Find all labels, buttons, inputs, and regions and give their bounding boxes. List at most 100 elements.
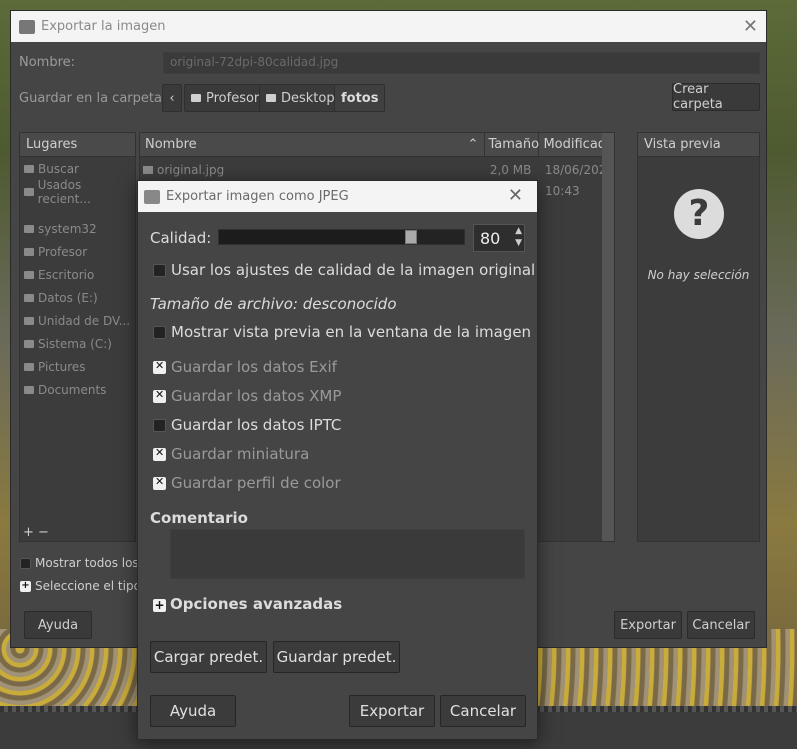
place-item[interactable]: Pictures <box>20 355 135 378</box>
folder-icon <box>191 94 201 102</box>
expand-icon[interactable]: + <box>20 581 31 592</box>
load-defaults-button[interactable]: Cargar predet. <box>150 641 267 673</box>
create-folder-button[interactable]: Crear carpeta <box>672 82 760 112</box>
place-item[interactable]: system32 <box>20 217 135 240</box>
close-icon[interactable]: ✕ <box>508 185 523 206</box>
outer-help-button[interactable]: Ayuda <box>24 611 92 639</box>
folder-icon <box>266 94 276 102</box>
gimp-icon <box>144 189 160 204</box>
jpeg-dialog-title: Exportar imagen como JPEG <box>166 189 349 204</box>
table-row[interactable]: original.jpg 2,0 MB 18/06/2021 <box>140 159 614 181</box>
image-file-icon <box>143 166 153 174</box>
breadcrumb-profesor[interactable]: Profesor <box>184 84 267 112</box>
expand-advanced-icon[interactable]: + <box>153 599 166 612</box>
export-button[interactable]: Exportar <box>349 695 435 727</box>
breadcrumb-back-button[interactable]: ‹ <box>162 84 182 112</box>
save-color-profile-checkbox[interactable] <box>153 475 166 490</box>
place-item[interactable]: Profesor <box>20 240 135 263</box>
place-label: system32 <box>38 221 97 236</box>
place-label: Pictures <box>38 359 86 374</box>
cancel-button[interactable]: Cancelar <box>440 695 526 727</box>
place-label: Buscar <box>38 161 79 176</box>
drive-icon <box>24 293 34 302</box>
file-list-scrollbar[interactable] <box>602 133 614 541</box>
file-name-cell: original.jpg <box>140 163 487 177</box>
places-pane: Lugares Buscar Usados recient... system3… <box>19 132 136 542</box>
folder-icon <box>24 362 34 371</box>
column-size[interactable]: Tamaño <box>485 133 540 156</box>
save-thumbnail-checkbox[interactable] <box>153 446 166 461</box>
drive-icon <box>24 316 34 325</box>
file-name-text: original.jpg <box>157 163 225 177</box>
quality-spinbox[interactable]: 80 ▲ ▼ <box>473 224 525 252</box>
gimp-icon <box>19 19 35 34</box>
save-exif-label: Guardar los datos Exif <box>171 358 337 376</box>
column-name-label: Nombre <box>145 137 197 152</box>
comment-label: Comentario <box>150 509 248 527</box>
place-label: Unidad de DV... <box>38 313 131 328</box>
quality-slider-handle[interactable] <box>405 230 417 244</box>
file-size-text: Tamaño de archivo: desconocido <box>150 295 397 313</box>
drive-icon <box>24 339 34 348</box>
show-all-files-checkbox[interactable] <box>20 558 31 569</box>
quality-slider[interactable] <box>218 229 465 245</box>
export-jpeg-dialog: Exportar imagen como JPEG ✕ Calidad: 80 … <box>137 180 538 740</box>
quality-label: Calidad: <box>150 229 212 247</box>
spin-arrows[interactable]: ▲ ▼ <box>515 225 522 249</box>
show-preview-checkbox[interactable] <box>153 326 166 339</box>
file-list-header: Nombre ⌃ Tamaño Modificado <box>140 133 614 157</box>
place-label: Datos (E:) <box>38 290 98 305</box>
folder-icon <box>24 247 34 256</box>
place-item[interactable]: Usados recient... <box>20 177 135 206</box>
save-color-profile-label: Guardar perfil de color <box>171 474 341 492</box>
folder-icon <box>24 270 34 279</box>
advanced-options-expander[interactable]: Opciones avanzadas <box>170 595 342 613</box>
add-remove-bookmark-buttons[interactable]: + − <box>23 525 49 540</box>
place-item[interactable]: Sistema (C:) <box>20 332 135 355</box>
help-button[interactable]: Ayuda <box>150 695 236 727</box>
save-defaults-button[interactable]: Guardar predet. <box>273 641 400 673</box>
place-label: Documents <box>38 382 107 397</box>
use-original-quality-checkbox[interactable] <box>153 264 166 277</box>
place-label: Sistema (C:) <box>38 336 112 351</box>
save-exif-checkbox[interactable] <box>153 359 166 374</box>
show-all-files-label: Mostrar todos los <box>35 556 139 570</box>
place-item[interactable]: Datos (E:) <box>20 286 135 309</box>
recent-icon <box>24 187 34 196</box>
export-dialog-titlebar: Exportar la imagen ✕ <box>11 11 766 42</box>
save-xmp-checkbox[interactable] <box>153 388 166 403</box>
place-label: Usados recient... <box>37 177 91 206</box>
save-iptc-label: Guardar los datos IPTC <box>171 416 342 434</box>
use-original-quality-label: Usar los ajustes de calidad de la imagen… <box>171 261 536 279</box>
folder-icon <box>24 224 34 233</box>
preview-pane: Vista previa ? No hay selección <box>637 132 760 542</box>
place-item[interactable]: Documents <box>20 378 135 401</box>
close-icon[interactable]: ✕ <box>743 16 758 37</box>
outer-cancel-button[interactable]: Cancelar <box>687 611 755 639</box>
preview-header: Vista previa <box>638 133 759 157</box>
comment-textarea[interactable] <box>170 529 525 579</box>
breadcrumb-label: fotos <box>341 90 379 106</box>
quality-value: 80 <box>480 229 501 248</box>
breadcrumb-desktop[interactable]: Desktop <box>259 84 342 112</box>
place-item[interactable]: Unidad de DV... <box>20 309 135 332</box>
show-preview-label: Mostrar vista previa en la ventana de la… <box>171 323 532 341</box>
column-name[interactable]: Nombre ⌃ <box>140 133 486 156</box>
breadcrumb-fotos[interactable]: fotos <box>334 84 386 112</box>
places-header: Lugares <box>20 133 135 157</box>
place-item[interactable]: Escritorio <box>20 263 135 286</box>
breadcrumb-label: Profesor <box>206 90 260 106</box>
question-icon: ? <box>674 189 724 239</box>
select-file-type-label[interactable]: Seleccione el tipo <box>35 579 141 593</box>
outer-export-button[interactable]: Exportar <box>614 611 682 639</box>
name-label: Nombre: <box>19 55 76 70</box>
file-size-cell: 2,0 MB <box>489 163 532 177</box>
no-selection-text: No hay selección <box>647 268 750 282</box>
place-label: Profesor <box>38 244 88 259</box>
folder-icon <box>24 385 34 394</box>
save-iptc-checkbox[interactable] <box>153 419 166 432</box>
save-xmp-label: Guardar los datos XMP <box>171 387 342 405</box>
file-time-cell: 10:43 <box>545 184 580 198</box>
sort-up-icon: ⌃ <box>467 137 479 152</box>
file-name-input[interactable]: original-72dpi-80calidad.jpg <box>163 52 760 74</box>
